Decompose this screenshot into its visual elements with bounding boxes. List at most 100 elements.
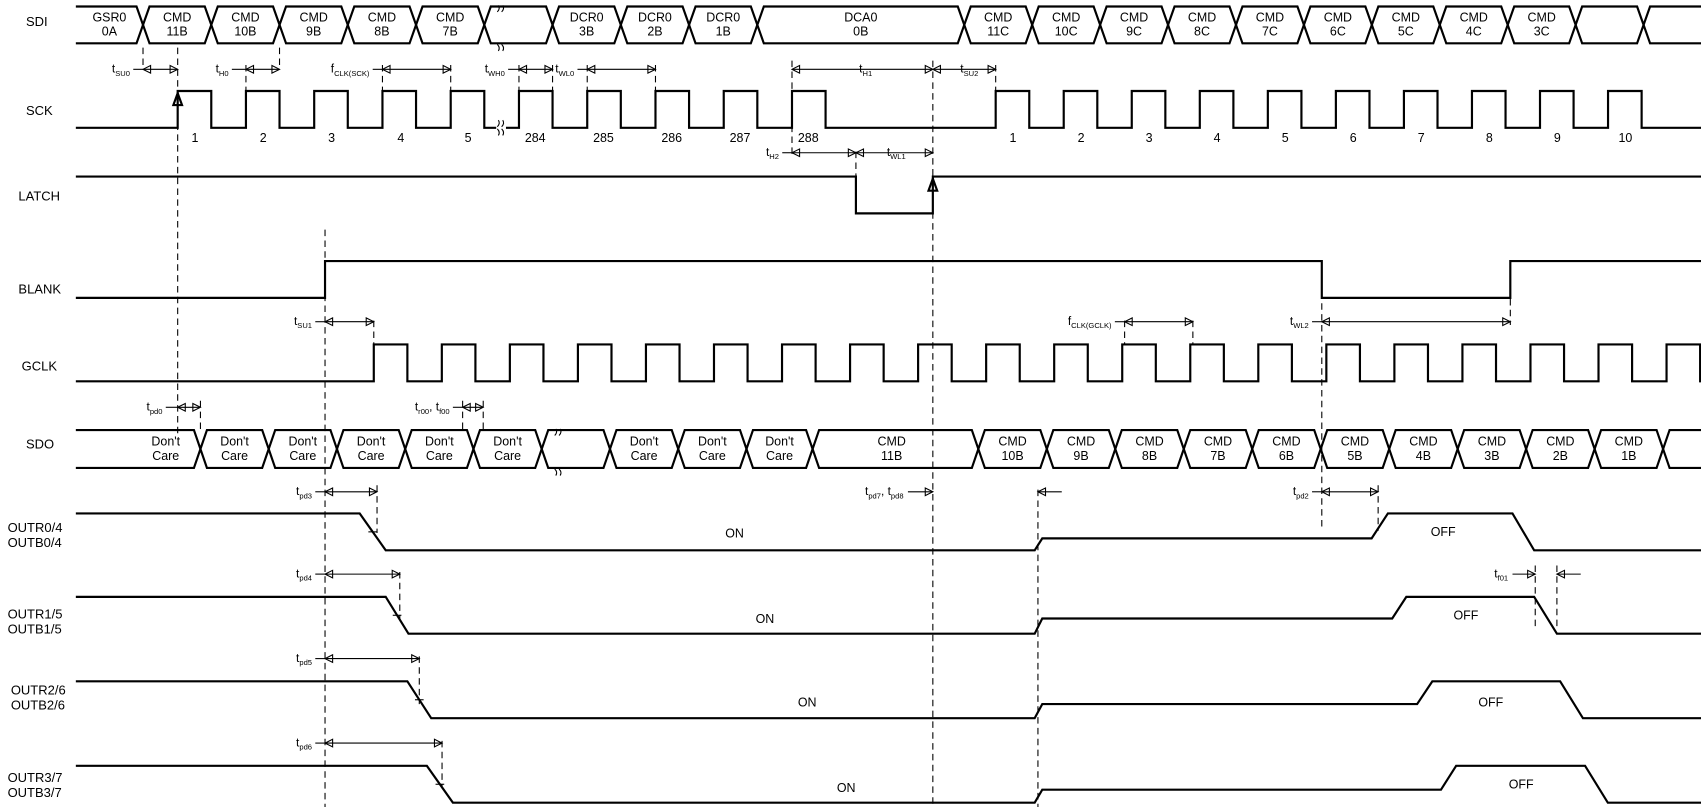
sdo-cell-bottom	[75, 448, 202, 470]
tpd6-label: tpd6	[296, 735, 312, 751]
latch-waveform	[75, 175, 1701, 215]
sdo-cell-label-line1: CMD	[1135, 435, 1163, 449]
sdo-cell-label-line1: Don't	[151, 435, 180, 449]
sdi-cell-label-line1: CMD	[1324, 11, 1352, 25]
tpd3-label: tpd3	[296, 484, 312, 500]
tpd4-subscript: pd4	[299, 574, 312, 583]
tpd0-subscript: pd0	[150, 407, 163, 416]
twl1-label: tWL1	[887, 145, 906, 161]
sdo-cell-label-line1: Don't	[357, 435, 386, 449]
sdo-cell-label-line2: 10B	[1002, 449, 1024, 463]
signal-label-gclk: GCLK	[22, 358, 58, 373]
sdi-cell-bottom	[1642, 24, 1701, 45]
sdo-cell-label-line2: 5B	[1347, 449, 1362, 463]
sdo-cell-label-line1: CMD	[1272, 435, 1300, 449]
tsu0-label: tSU0	[112, 62, 130, 78]
sdi-cell-label-line1: DCR0	[570, 11, 604, 25]
sdi-cell-top	[483, 5, 554, 26]
sdi-cell-label-line2: 4C	[1466, 25, 1482, 39]
sdo-cell-label-line2: 2B	[1553, 449, 1568, 463]
sck-count-label: 7	[1418, 131, 1425, 145]
sdo-cell-label-line1: CMD	[1204, 435, 1232, 449]
sck-count-label: 4	[397, 131, 404, 145]
sdi-cell-label-line2: 9C	[1126, 25, 1142, 39]
tr0tf0-label: tr00, tf00	[415, 400, 450, 416]
sdi-cell-label-line1: CMD	[1528, 11, 1556, 25]
sdi-cell-label-line1: CMD	[163, 11, 191, 25]
sdi-cell-label-line1: DCR0	[638, 11, 672, 25]
output-waveforms: ON OFF ON OFF ON OFF ON OFF	[75, 512, 1701, 804]
signal-label-out1-b: OUTB1/5	[8, 622, 62, 637]
tf01-label: tf01	[1494, 566, 1508, 582]
sdo-cell-label-line2: Care	[631, 449, 658, 463]
sdo-cell-label-line2: 4B	[1416, 449, 1431, 463]
sdo-break-mark-bottom	[554, 468, 562, 476]
sdi-cell-label-line2: 0B	[853, 25, 868, 39]
sck-count-label: 8	[1486, 131, 1493, 145]
sdi-cell-label-line1: CMD	[1460, 11, 1488, 25]
output-2-off-label: OFF	[1478, 695, 1503, 709]
sdo-cell-label-line2: Care	[358, 449, 385, 463]
th2-subscript: H2	[769, 152, 779, 161]
twl0-subscript: WL0	[559, 69, 575, 78]
sdo-cell-label-line1: CMD	[1341, 435, 1369, 449]
sck-count-label: 1	[192, 131, 199, 145]
tpd3-subscript: pd3	[299, 491, 312, 500]
sck-count-label: 285	[593, 131, 614, 145]
sdo-cell-label-line1: CMD	[878, 435, 906, 449]
tf01-subscript: f01	[1498, 574, 1509, 583]
sck-count-label: 284	[525, 131, 546, 145]
sdo-cell-label-line1: Don't	[288, 435, 317, 449]
sdo-cell-top	[75, 428, 202, 450]
twl1-subscript: WL1	[890, 152, 906, 161]
fclk-sck-subscript: CLK(SCK)	[334, 69, 370, 78]
sck-count-label: 288	[798, 131, 819, 145]
sdo-cell-label-line2: Care	[289, 449, 316, 463]
th1-subscript: H1	[862, 69, 872, 78]
sck-segment-2	[505, 89, 1701, 129]
tpd4-label: tpd4	[296, 566, 312, 582]
sck-break-mark-bottom	[496, 128, 505, 136]
sdo-cell-label-line2: 9B	[1073, 449, 1088, 463]
sdi-cell-label-line2: 11B	[167, 25, 188, 39]
sdi-cell-bottom	[483, 24, 554, 45]
sdi-cell-label-line2: 7C	[1262, 25, 1278, 39]
sdo-cell-label-line1: CMD	[1409, 435, 1437, 449]
tpd6-subscript: pd6	[299, 743, 312, 752]
output-3-line	[75, 764, 1701, 804]
blank-line	[75, 259, 1701, 299]
signal-label-out3-r: OUTR3/7	[8, 770, 63, 785]
sdo-cell-label-line1: Don't	[425, 435, 454, 449]
signal-label-sck: SCK	[26, 103, 53, 118]
sdi-cell-label-line2: 3C	[1534, 25, 1550, 39]
th0-label: tH0	[216, 62, 229, 78]
twh0-label: tWH0	[485, 62, 505, 78]
signal-label-latch: LATCH	[18, 188, 60, 203]
sck-count-label: 4	[1214, 131, 1221, 145]
sdi-bus: GSR00ACMD11BCMD10BCMD9BCMD8BCMD7BDCR03BD…	[75, 5, 1701, 52]
sdi-cell-label-line2: 9B	[306, 25, 321, 39]
twl2-subscript: WL2	[1293, 321, 1309, 330]
sdi-cell-bottom	[1574, 24, 1645, 45]
sck-count-label: 2	[1078, 131, 1085, 145]
sdo-cell-label-line2: Care	[699, 449, 726, 463]
sdo-cell-label-line2: Care	[152, 449, 179, 463]
sdo-bus: Don'tCareDon'tCareDon'tCareDon'tCareDon'…	[75, 428, 1701, 476]
tpd2-label: tpd2	[1293, 484, 1309, 500]
fclk-gclk-label: fCLK(GCLK)	[1068, 314, 1112, 330]
sck-count-label: 5	[1282, 131, 1289, 145]
sdo-cell-bottom	[1662, 448, 1701, 470]
sdo-cell-label-line1: Don't	[765, 435, 794, 449]
sdi-cell-label-line1: CMD	[1256, 11, 1284, 25]
sck-count-label: 3	[1146, 131, 1153, 145]
dashed-reference-lines	[142, 47, 1558, 807]
output-1-on-label: ON	[756, 612, 775, 626]
signal-label-out3-b: OUTB3/7	[8, 785, 62, 800]
tpd0-label: tpd0	[147, 400, 163, 416]
sdi-cell-label-line2: 5C	[1398, 25, 1414, 39]
output-2-on-label: ON	[798, 695, 817, 709]
sck-count-label: 5	[465, 131, 472, 145]
tpd5-subscript: pd5	[299, 658, 312, 667]
tpd7tpd8-subscript: pd7	[868, 491, 881, 500]
output-3-off-label: OFF	[1509, 778, 1534, 792]
